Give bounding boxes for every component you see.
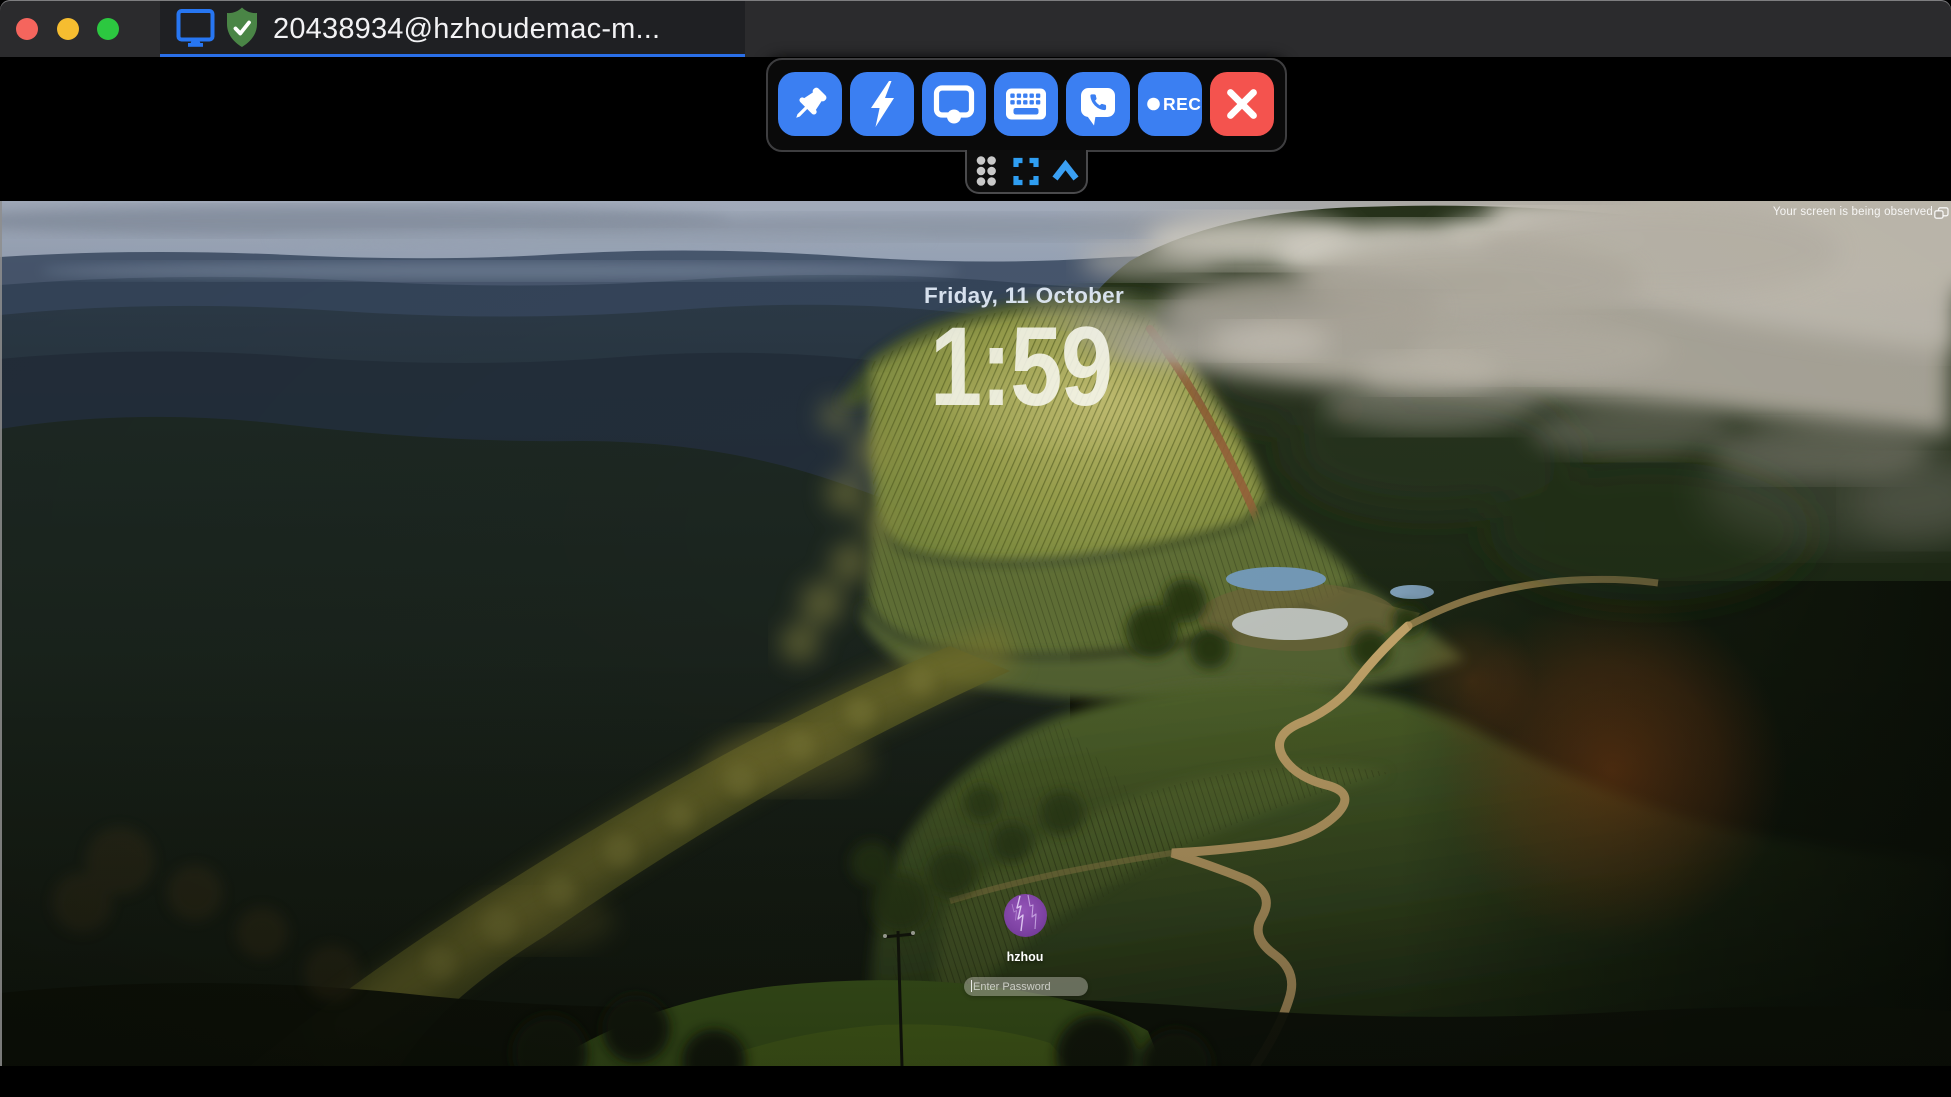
svg-text:REC: REC (1163, 94, 1201, 114)
